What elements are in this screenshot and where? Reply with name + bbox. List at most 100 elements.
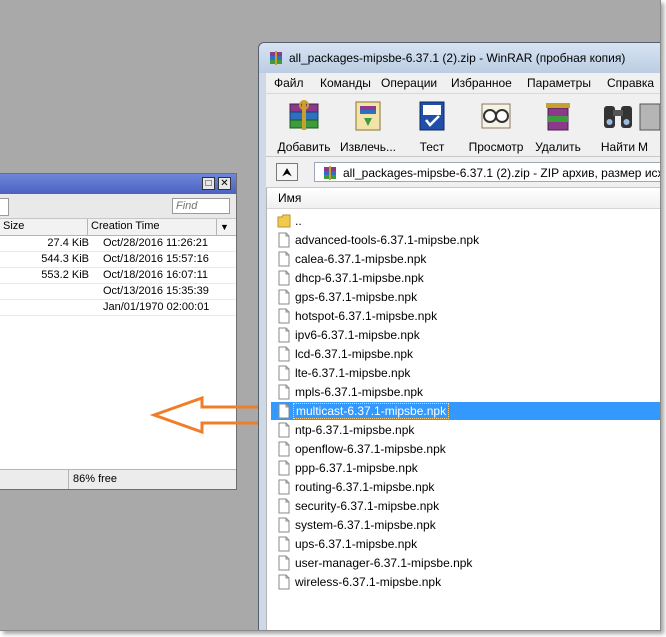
file-icon — [278, 555, 290, 571]
file-icon — [278, 441, 290, 457]
file-icon — [278, 365, 290, 381]
menu-item-favorites[interactable]: Избранное — [451, 76, 512, 90]
table-row[interactable]: Oct/13/2016 15:35:39 — [0, 284, 236, 300]
column-name[interactable]: Имя — [278, 191, 301, 205]
file-name: openflow-6.37.1-mipsbe.npk — [295, 442, 446, 456]
menu-item-operations[interactable]: Операции — [381, 76, 437, 90]
file-row[interactable]: mpls-6.37.1-mipsbe.npk — [271, 383, 660, 401]
address-text: all_packages-mipsbe-6.37.1 (2).zip - ZIP… — [343, 166, 661, 180]
winrar-titlebar[interactable]: all_packages-mipsbe-6.37.1 (2).zip - Win… — [259, 43, 660, 73]
menu-item-file[interactable]: Файл — [274, 76, 304, 90]
file-row[interactable]: ntp-6.37.1-mipsbe.npk — [271, 421, 660, 439]
file-icon — [278, 289, 290, 305]
archive-add-icon — [289, 100, 319, 130]
file-icon — [278, 327, 290, 343]
file-name: .. — [295, 214, 302, 228]
size-cell: 544.3 KiB — [41, 253, 89, 265]
file-name: calea-6.37.1-mipsbe.npk — [295, 252, 427, 266]
view-button[interactable]: Просмотр — [466, 98, 526, 154]
file-row[interactable]: lte-6.37.1-mipsbe.npk — [271, 364, 660, 382]
menu-item-options[interactable]: Параметры — [527, 76, 591, 90]
file-name: security-6.37.1-mipsbe.npk — [295, 499, 440, 513]
size-cell: 553.2 KiB — [41, 269, 89, 281]
toolbar-button-stub[interactable] — [0, 198, 9, 216]
file-row[interactable]: dhcp-6.37.1-mipsbe.npk — [271, 269, 660, 287]
files-window-toolbar — [0, 194, 236, 219]
file-row[interactable]: ipv6-6.37.1-mipsbe.npk — [271, 326, 660, 344]
file-row[interactable]: advanced-tools-6.37.1-mipsbe.npk — [271, 231, 660, 249]
file-row[interactable]: routing-6.37.1-mipsbe.npk — [271, 478, 660, 496]
delete-button[interactable]: Удалить — [528, 98, 588, 154]
add-button-label: Добавить — [277, 140, 331, 154]
table-row[interactable]: 553.2 KiB Oct/18/2016 16:07:11 — [0, 268, 236, 284]
file-name: user-manager-6.37.1-mipsbe.npk — [295, 556, 473, 570]
address-field[interactable]: all_packages-mipsbe-6.37.1 (2).zip - ZIP… — [314, 162, 661, 182]
file-row[interactable]: ppp-6.37.1-mipsbe.npk — [271, 459, 660, 477]
file-icon — [278, 517, 290, 533]
files-window: □ ✕ Size Creation Time ▼ 27.4 KiB Oct/28… — [0, 173, 237, 490]
view-icon — [481, 103, 511, 129]
menu-bar: Файл Команды Операции Избранное Параметр… — [266, 73, 660, 94]
file-name: wireless-6.37.1-mipsbe.npk — [295, 575, 442, 589]
extract-button[interactable]: Извлечь... — [338, 98, 398, 154]
extract-icon — [355, 101, 381, 131]
file-icon — [278, 479, 290, 495]
file-icon — [278, 460, 290, 476]
file-list: Имя .. advanced-tools-6.37.1-mipsbe.npk ca… — [266, 188, 660, 630]
add-button[interactable]: Добавить — [274, 98, 334, 154]
files-table-body: 27.4 KiB Oct/28/2016 11:26:21 544.3 KiB … — [0, 236, 236, 316]
file-name: ipv6-6.37.1-mipsbe.npk — [295, 328, 420, 342]
file-icon — [278, 422, 290, 438]
time-cell: Jan/01/1970 02:00:01 — [103, 301, 210, 313]
winrar-window: all_packages-mipsbe-6.37.1 (2).zip - Win… — [258, 42, 661, 630]
file-name: dhcp-6.37.1-mipsbe.npk — [295, 271, 424, 285]
files-window-titlebar[interactable]: □ ✕ — [0, 174, 236, 194]
file-row[interactable]: security-6.37.1-mipsbe.npk — [271, 497, 660, 515]
view-button-label: Просмотр — [468, 140, 524, 154]
file-row[interactable]: wireless-6.37.1-mipsbe.npk — [271, 573, 660, 591]
maximize-icon[interactable]: □ — [202, 177, 215, 190]
archive-icon — [324, 166, 336, 180]
file-row[interactable]: gps-6.37.1-mipsbe.npk — [271, 288, 660, 306]
table-row[interactable]: Jan/01/1970 02:00:01 — [0, 300, 236, 316]
file-name: ups-6.37.1-mipsbe.npk — [295, 537, 418, 551]
file-icon — [278, 270, 290, 286]
file-icon — [278, 403, 290, 419]
menu-item-commands[interactable]: Команды — [320, 76, 371, 90]
file-row[interactable]: user-manager-6.37.1-mipsbe.npk — [271, 554, 660, 572]
file-row[interactable]: ups-6.37.1-mipsbe.npk — [271, 535, 660, 553]
table-row[interactable]: 544.3 KiB Oct/18/2016 15:57:16 — [0, 252, 236, 268]
file-row[interactable]: multicast-6.37.1-mipsbe.npk — [271, 402, 660, 420]
close-icon[interactable]: ✕ — [218, 177, 231, 190]
up-folder-button[interactable]: ⮝ — [276, 163, 298, 181]
time-cell: Oct/18/2016 15:57:16 — [103, 253, 209, 265]
table-row[interactable]: 27.4 KiB Oct/28/2016 11:26:21 — [0, 236, 236, 252]
test-button[interactable]: Тест — [402, 98, 462, 154]
column-creation-time[interactable]: Creation Time — [91, 220, 159, 232]
file-row[interactable]: system-6.37.1-mipsbe.npk — [271, 516, 660, 534]
wizard-icon — [639, 103, 660, 131]
folder-icon — [277, 214, 291, 228]
extract-button-label: Извлечь... — [339, 140, 396, 154]
status-bar: 86% free — [0, 469, 236, 489]
file-icon — [278, 498, 290, 514]
toolbar: Добавить Извлечь... Тест Просмотр Удалит… — [266, 94, 660, 157]
file-row[interactable]: hotspot-6.37.1-mipsbe.npk — [271, 307, 660, 325]
column-menu-icon[interactable]: ▼ — [220, 222, 229, 232]
column-size[interactable]: Size — [3, 220, 24, 232]
file-row[interactable]: lcd-6.37.1-mipsbe.npk — [271, 345, 660, 363]
file-name: hotspot-6.37.1-mipsbe.npk — [295, 309, 438, 323]
time-cell: Oct/18/2016 16:07:11 — [103, 269, 208, 281]
menu-item-help[interactable]: Справка — [607, 76, 654, 90]
file-list-header: Имя — [267, 188, 660, 209]
file-name: mpls-6.37.1-mipsbe.npk — [295, 385, 424, 399]
file-name: lcd-6.37.1-mipsbe.npk — [295, 347, 414, 361]
file-row[interactable]: calea-6.37.1-mipsbe.npk — [271, 250, 660, 268]
screenshot-canvas: □ ✕ Size Creation Time ▼ 27.4 KiB Oct/28… — [0, 0, 661, 631]
parent-folder-row[interactable]: .. — [271, 212, 660, 230]
find-input[interactable] — [172, 198, 230, 214]
file-name: lte-6.37.1-mipsbe.npk — [295, 366, 411, 380]
wizard-button[interactable]: М — [638, 98, 660, 154]
file-row[interactable]: openflow-6.37.1-mipsbe.npk — [271, 440, 660, 458]
files-table-header: Size Creation Time ▼ — [0, 219, 236, 236]
